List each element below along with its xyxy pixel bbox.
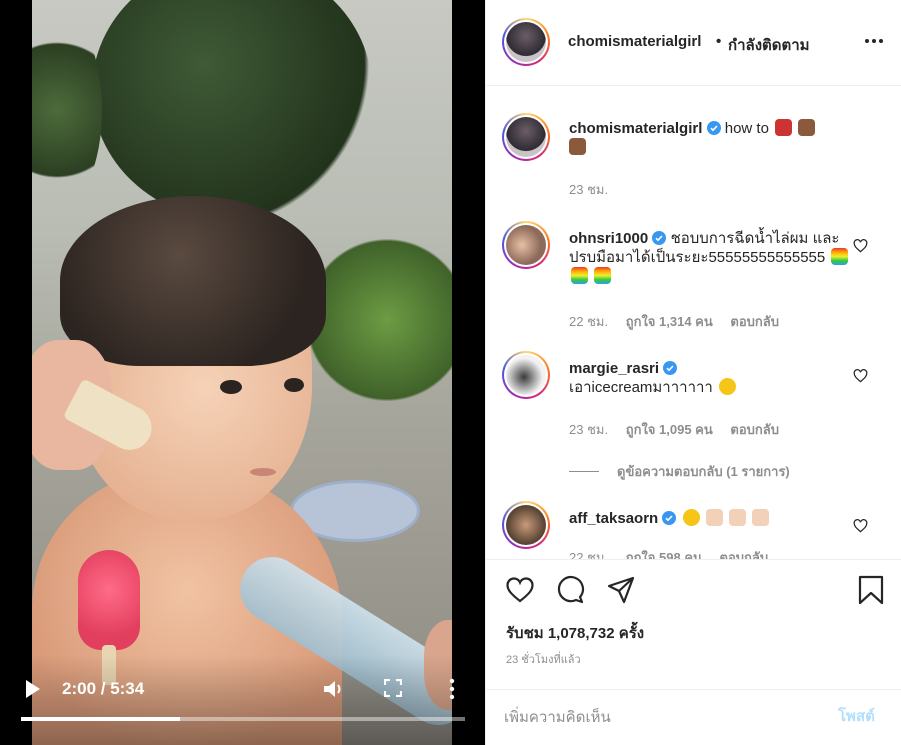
comment-form: โพสต์ <box>486 689 901 745</box>
comment-meta: 22 ชม. ถูกใจ 598 คน ตอบกลับ <box>569 547 782 559</box>
caption-time: 23 ชม. <box>569 182 609 197</box>
replies-divider <box>569 471 599 472</box>
comment-meta: 22 ชม. ถูกใจ 1,314 คน ตอบกลับ <box>569 311 793 332</box>
comment-text-block: ohnsri1000 ชอบบการฉีดน้ำไล่ผม และ ปรบมือ… <box>569 229 856 286</box>
commenter-username[interactable]: margie_rasri <box>569 360 659 377</box>
comment-likes[interactable]: ถูกใจ 1,314 คน <box>626 314 713 329</box>
view-replies-button[interactable]: ดูข้อความตอบกลับ (1 รายการ) <box>569 461 790 482</box>
rainbow-icon <box>571 267 588 284</box>
save-icon[interactable] <box>856 575 886 605</box>
speak-no-evil-monkey-icon <box>569 138 586 155</box>
comment-time: 23 ชม. <box>569 422 609 437</box>
reply-button[interactable]: ตอบกลับ <box>730 314 779 329</box>
play-icon[interactable] <box>24 678 42 700</box>
comment-icon[interactable] <box>555 575 585 605</box>
video-frame[interactable] <box>32 0 452 745</box>
child-hair <box>60 196 326 366</box>
child-eye <box>220 380 242 394</box>
like-comment-icon[interactable] <box>853 239 868 253</box>
commenter-avatar[interactable] <box>502 221 550 269</box>
more-options-icon[interactable] <box>864 34 884 48</box>
following-button[interactable]: กำลังติดตาม <box>728 33 810 57</box>
like-comment-icon[interactable] <box>853 369 868 383</box>
scissors-icon <box>775 119 793 136</box>
fullscreen-icon[interactable] <box>384 679 402 697</box>
view-count[interactable]: รับชม 1,078,732 ครั้ง <box>506 621 644 645</box>
post-time[interactable]: 23 ชั่วโมงที่แล้ว <box>506 650 581 668</box>
commenter-username[interactable]: aff_taksaorn <box>569 510 658 527</box>
child-mouth <box>250 468 276 476</box>
header-separator: • <box>716 33 722 50</box>
verified-badge-icon <box>663 361 678 375</box>
child-eye <box>284 378 304 392</box>
comment-time: 22 ชม. <box>569 550 609 559</box>
author-username[interactable]: chomismaterialgirl <box>569 120 702 137</box>
author-username[interactable]: chomismaterialgirl <box>568 33 701 50</box>
caption-meta: 23 ชม. <box>569 179 622 200</box>
video-time: 2:00 / 5:34 <box>62 679 145 698</box>
video-progress-fill <box>21 717 181 721</box>
post-panel: chomismaterialgirl • กำลังติดตาม chomism… <box>485 0 901 745</box>
view-replies-label: ดูข้อความตอบกลับ (1 รายการ) <box>617 464 790 479</box>
action-bar: รับชม 1,078,732 ครั้ง 23 ชั่วโมงที่แล้ว <box>486 559 901 689</box>
see-no-evil-monkey-icon <box>798 119 816 136</box>
video-progress-bar[interactable] <box>21 717 465 721</box>
rolling-laughing-icon <box>719 378 737 395</box>
caption-text: how to <box>724 120 769 137</box>
share-icon[interactable] <box>606 575 636 605</box>
like-icon[interactable] <box>505 575 535 605</box>
comments-list[interactable]: chomismaterialgirl how to 23 ชม. ohnsri1… <box>486 87 901 559</box>
commenter-username[interactable]: ohnsri1000 <box>569 230 648 247</box>
commenter-avatar[interactable] <box>502 501 550 549</box>
comment-text-block: margie_rasri เอาicecreamมาาาาาา <box>569 359 856 397</box>
comment-likes[interactable]: ถูกใจ 598 คน <box>626 550 702 559</box>
smile-icon <box>682 509 700 526</box>
rainbow-icon <box>594 267 612 284</box>
comment-likes[interactable]: ถูกใจ 1,095 คน <box>626 422 713 437</box>
reply-button[interactable]: ตอบกลับ <box>730 422 779 437</box>
volume-icon[interactable] <box>322 678 344 700</box>
foliage <box>92 0 372 220</box>
verified-badge-icon <box>662 511 677 525</box>
comment-meta: 23 ชม. ถูกใจ 1,095 คน ตอบกลับ <box>569 419 793 440</box>
verified-badge-icon <box>706 121 721 135</box>
author-avatar[interactable] <box>502 18 550 66</box>
clap-icon <box>705 509 723 526</box>
more-options-icon[interactable] <box>448 678 456 700</box>
add-comment-input[interactable] <box>504 704 804 730</box>
post-header: chomismaterialgirl • กำลังติดตาม <box>486 0 901 86</box>
caption-text-block: chomismaterialgirl how to <box>569 119 856 157</box>
comment-text-block: aff_taksaorn <box>569 509 856 528</box>
popsicle <box>78 550 140 650</box>
like-comment-icon[interactable] <box>853 519 868 533</box>
video-player[interactable]: 2:00 / 5:34 <box>0 0 485 745</box>
clap-icon <box>752 509 770 526</box>
author-avatar[interactable] <box>502 113 550 161</box>
commenter-avatar[interactable] <box>502 351 550 399</box>
post-comment-button[interactable]: โพสต์ <box>838 704 875 728</box>
rainbow-icon <box>831 248 849 265</box>
reply-button[interactable]: ตอบกลับ <box>720 550 769 559</box>
clap-icon <box>728 509 746 526</box>
controls-shade <box>0 655 485 745</box>
foliage <box>32 10 102 210</box>
verified-badge-icon <box>652 231 667 245</box>
comment-text: เอาicecreamมาาาาาา <box>569 379 713 396</box>
comment-time: 22 ชม. <box>569 314 609 329</box>
